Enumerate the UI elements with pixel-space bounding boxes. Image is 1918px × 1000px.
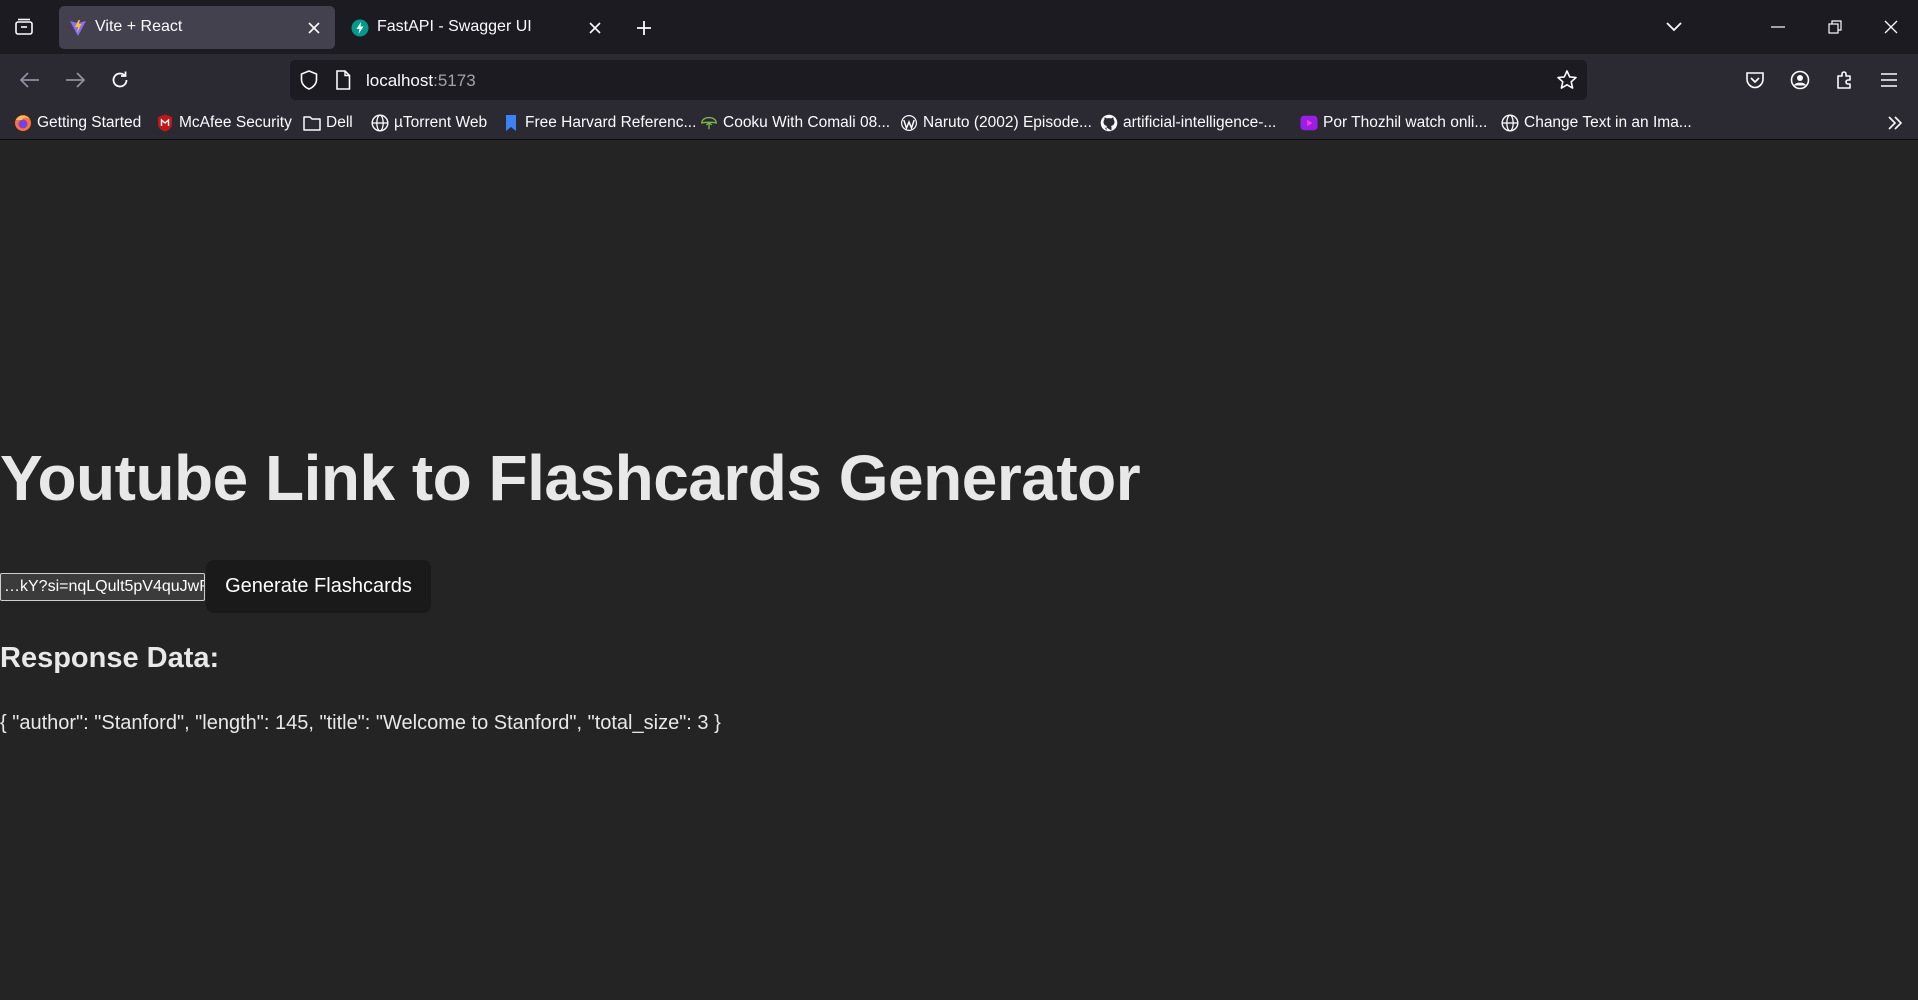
tree-icon [700,114,718,132]
hamburger-menu-icon [1880,73,1898,87]
restore-button[interactable] [1817,10,1853,44]
arrow-left-icon [20,72,40,88]
bookmark-cooku-with-comali[interactable]: Cooku With Comali 08... [700,112,890,134]
response-data-heading: Response Data: [0,642,220,674]
tab-strip: Vite + React FastAPI - Swagger UI [0,0,1918,54]
chevron-double-right-icon [1887,116,1903,130]
puzzle-icon [1835,70,1855,90]
close-tab-icon[interactable] [303,17,325,39]
bookmark-label: Change Text in an Ima... [1524,114,1692,131]
bookmark-label: McAfee Security [179,114,292,131]
bookmark-label: Cooku With Comali 08... [723,114,891,131]
bookmark-label: Free Harvard Referenc... [525,114,697,131]
folder-icon [303,114,321,132]
tab-fastapi-swagger[interactable]: FastAPI - Swagger UI [341,6,616,49]
bookmark-por-thozhil[interactable]: Por Thozhil watch onli... [1300,112,1487,134]
chevron-down-icon [1666,22,1682,32]
page-title: Youtube Link to Flashcards Generator [0,442,1141,514]
page-info-icon[interactable] [332,69,354,91]
navigation-toolbar: localhost:5173 [0,54,1918,106]
tracking-protection-shield-icon[interactable] [298,69,320,91]
tab-vite-react[interactable]: Vite + React [59,6,335,49]
url-text[interactable]: localhost:5173 [366,71,476,91]
pocket-button[interactable] [1737,62,1773,98]
bookmark-icon [502,114,520,132]
new-tab-button[interactable] [628,12,660,44]
globe-icon [371,114,389,132]
account-icon [1790,70,1810,90]
bookmark-utorrent-web[interactable]: µTorrent Web [371,112,487,134]
wordpress-icon [900,114,918,132]
minimize-icon [1771,26,1785,28]
bookmarks-toolbar: Getting Started McAfee Security Dell µTo… [0,106,1918,140]
globe-icon [1501,114,1519,132]
page-content: Youtube Link to Flashcards Generator …kY… [0,140,1918,1000]
generate-flashcards-button[interactable]: Generate Flashcards [206,560,431,613]
bookmark-label: Dell [326,114,353,131]
back-button[interactable] [12,62,48,98]
youtube-link-input[interactable]: …kY?si=nqLQult5pV4quJwR [0,573,205,601]
url-host: localhost [366,71,434,90]
bookmark-mcafee[interactable]: McAfee Security [156,112,292,134]
github-icon [1100,114,1118,132]
restore-icon [1828,20,1842,34]
menu-button[interactable] [1871,62,1907,98]
forward-button[interactable] [57,62,93,98]
tab-overflow-button[interactable] [1656,10,1692,44]
bookmark-label: µTorrent Web [394,114,488,131]
bookmark-folder-dell[interactable]: Dell [303,112,353,134]
account-button[interactable] [1782,62,1818,98]
vite-icon [69,19,87,37]
bookmark-artificial-intelligence[interactable]: artificial-intelligence-... [1100,112,1276,134]
tab-list-icon [14,18,34,36]
mcafee-icon [156,114,174,132]
bookmark-label: artificial-intelligence-... [1123,114,1277,131]
bookmark-naruto-episode[interactable]: Naruto (2002) Episode... [900,112,1092,134]
fastapi-icon [351,19,369,37]
close-window-button[interactable] [1873,10,1909,44]
bookmark-free-harvard-reference[interactable]: Free Harvard Referenc... [502,112,696,134]
bookmark-label: Getting Started [37,114,142,131]
video-icon [1300,114,1318,132]
tab-label: FastAPI - Swagger UI [377,18,532,35]
bookmark-label: Naruto (2002) Episode... [923,114,1092,131]
more-bookmarks-button[interactable] [1884,112,1906,134]
address-bar[interactable]: localhost:5173 [290,60,1587,100]
bookmark-getting-started[interactable]: Getting Started [14,112,141,134]
list-all-tabs-button[interactable] [6,10,42,44]
plus-icon [636,20,652,36]
extensions-button[interactable] [1827,62,1863,98]
bookmark-label: Por Thozhil watch onli... [1323,114,1488,131]
firefox-icon [14,114,32,132]
response-data-json: { "author": "Stanford", "length": 145, "… [0,712,721,734]
bookmark-change-text-in-image[interactable]: Change Text in an Ima... [1501,112,1692,134]
pocket-icon [1745,71,1765,89]
close-tab-icon[interactable] [584,17,606,39]
arrow-right-icon [65,72,85,88]
reload-button[interactable] [102,62,138,98]
bookmark-star-icon[interactable] [1555,68,1579,92]
reload-icon [110,70,130,90]
close-icon [1884,20,1898,34]
minimize-button[interactable] [1760,10,1796,44]
tab-label: Vite + React [95,18,183,35]
url-port: :5173 [433,71,476,90]
